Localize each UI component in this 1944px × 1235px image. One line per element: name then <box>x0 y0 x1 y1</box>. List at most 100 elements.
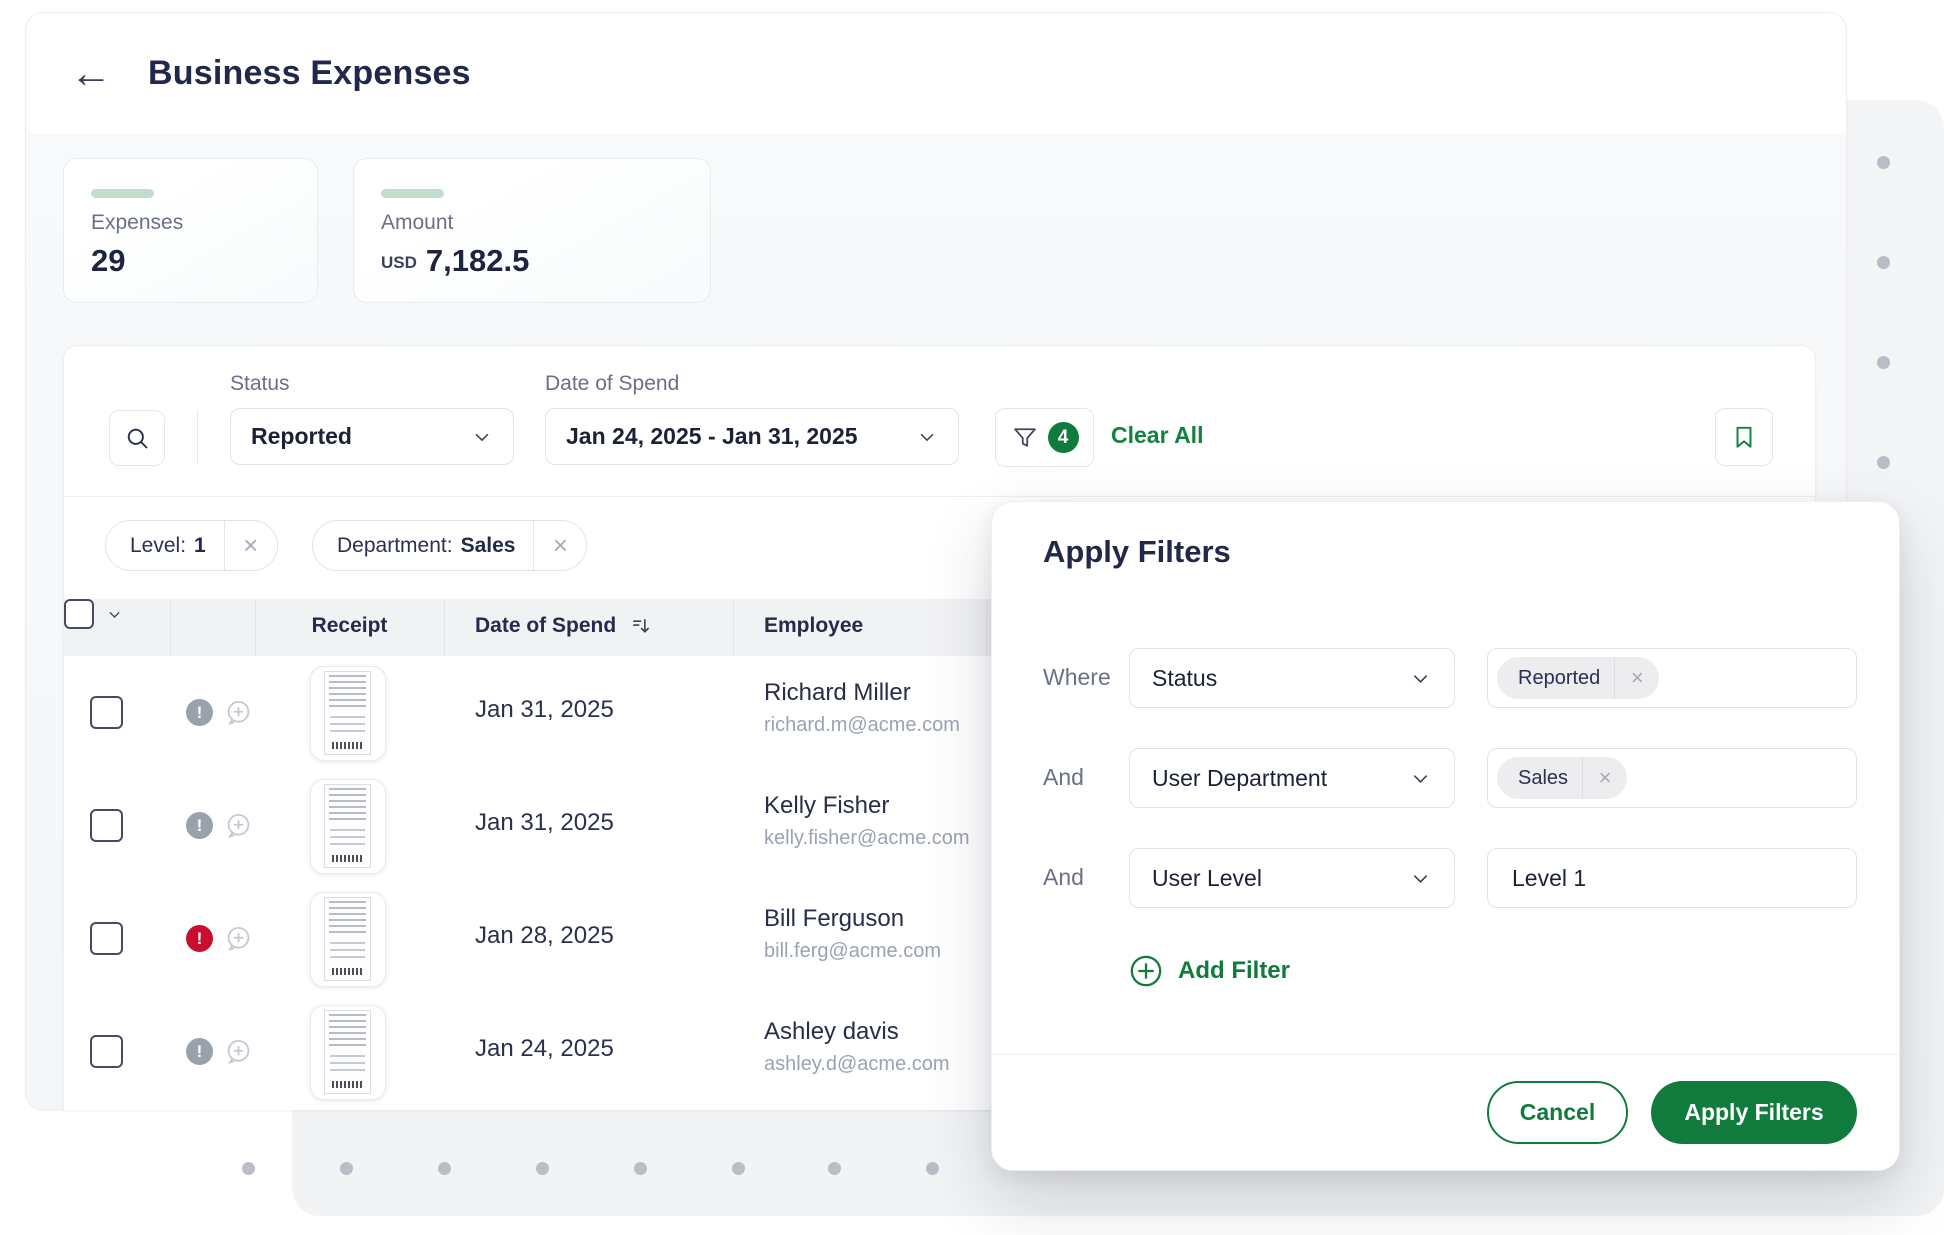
receipt-thumbnail[interactable] <box>310 666 386 761</box>
apply-filters-button[interactable]: Apply Filters <box>1651 1081 1857 1144</box>
remove-value-button[interactable]: × <box>1582 757 1627 799</box>
add-comment-icon[interactable] <box>224 1037 253 1066</box>
page-header: ← Business Expenses <box>26 13 1846 133</box>
value-field-level[interactable]: Level 1 <box>1487 848 1857 908</box>
status-select[interactable]: Reported <box>230 408 514 465</box>
chevron-down-icon <box>1409 767 1432 790</box>
decorative-dot <box>1877 456 1890 469</box>
modal-footer: Cancel Apply Filters <box>992 1054 1899 1170</box>
date-of-spend: Jan 28, 2025 <box>475 922 614 950</box>
value-field-status[interactable]: Reported × <box>1487 648 1857 708</box>
employee-name: Kelly Fisher <box>764 792 970 820</box>
decorative-dot <box>1877 156 1890 169</box>
chevron-down-icon <box>471 426 493 448</box>
remove-chip-button[interactable]: × <box>533 521 586 570</box>
stat-label: Expenses <box>91 211 183 235</box>
column-divider <box>733 599 734 656</box>
filter-count-badge: 4 <box>1048 422 1079 453</box>
receipt-thumbnail[interactable] <box>310 779 386 874</box>
back-button[interactable]: ← <box>70 52 112 94</box>
decorative-dot <box>926 1162 939 1175</box>
modal-title: Apply Filters <box>1043 534 1231 570</box>
stat-label: Amount <box>381 211 453 235</box>
clear-all-link[interactable]: Clear All <box>1111 422 1203 449</box>
column-divider <box>986 599 987 656</box>
alert-icon: ! <box>186 812 213 839</box>
employee-cell: Ashley davis ashley.d@acme.com <box>764 1018 950 1076</box>
stat-value: 29 <box>91 243 125 279</box>
add-comment-icon[interactable] <box>224 924 253 953</box>
field-select-level[interactable]: User Level <box>1129 848 1455 908</box>
apply-filters-modal: Apply Filters Where Status Reported × An… <box>991 501 1900 1171</box>
plus-circle-icon <box>1129 954 1163 988</box>
filter-chip-level: Level:1 × <box>105 520 278 571</box>
employee-email: richard.m@acme.com <box>764 714 960 737</box>
chevron-down-icon <box>916 426 938 448</box>
decorative-dot <box>536 1162 549 1175</box>
row-checkbox[interactable] <box>90 696 123 729</box>
currency-code: USD <box>381 253 417 272</box>
field-select-department[interactable]: User Department <box>1129 748 1455 808</box>
close-icon: × <box>243 530 258 561</box>
date-filter-label: Date of Spend <box>545 372 679 396</box>
conjunction-label: And <box>1043 764 1084 791</box>
field-select-status[interactable]: Status <box>1129 648 1455 708</box>
column-header-receipt: Receipt <box>255 614 444 638</box>
value-chip: Reported × <box>1497 657 1659 699</box>
add-comment-icon[interactable] <box>224 698 253 727</box>
add-comment-icon[interactable] <box>224 811 253 840</box>
back-arrow-icon: ← <box>70 49 112 96</box>
employee-email: bill.ferg@acme.com <box>764 940 941 963</box>
column-divider <box>170 599 171 656</box>
chevron-down-icon[interactable] <box>106 606 123 623</box>
cancel-button[interactable]: Cancel <box>1487 1081 1628 1144</box>
select-all-checkbox[interactable] <box>64 599 94 629</box>
filter-rule-row: And User Department Sales × <box>992 748 1899 808</box>
employee-name: Richard Miller <box>764 679 960 707</box>
decorative-dot <box>1877 256 1890 269</box>
decorative-dot <box>732 1162 745 1175</box>
stat-accent-bar <box>91 189 154 198</box>
employee-cell: Bill Ferguson bill.ferg@acme.com <box>764 905 941 963</box>
value-field-department[interactable]: Sales × <box>1487 748 1857 808</box>
remove-value-button[interactable]: × <box>1614 657 1659 699</box>
filter-rule-row: Where Status Reported × <box>992 648 1899 708</box>
conjunction-label: And <box>1043 864 1084 891</box>
filters-button[interactable]: 4 <box>995 408 1094 467</box>
saved-views-button[interactable] <box>1715 408 1773 466</box>
status-select-value: Reported <box>251 423 352 450</box>
date-of-spend: Jan 31, 2025 <box>475 809 614 837</box>
employee-cell: Richard Miller richard.m@acme.com <box>764 679 960 737</box>
search-button[interactable] <box>109 410 165 466</box>
column-divider <box>444 599 445 656</box>
add-filter-button[interactable]: Add Filter <box>1129 954 1290 988</box>
stat-value: USD 7,182.5 <box>381 243 529 279</box>
stat-card-amount: Amount USD 7,182.5 <box>353 158 711 303</box>
receipt-thumbnail[interactable] <box>310 892 386 987</box>
decorative-dot <box>242 1162 255 1175</box>
alert-icon: ! <box>186 1038 213 1065</box>
date-range-value: Jan 24, 2025 - Jan 31, 2025 <box>566 423 858 450</box>
filter-rule-row: And User Level Level 1 <box>992 848 1899 908</box>
amount-value: 7,182.5 <box>426 243 529 278</box>
close-icon: × <box>1631 665 1644 691</box>
receipt-thumbnail[interactable] <box>310 1005 386 1100</box>
column-header-date-sort[interactable]: Date of Spend <box>475 614 653 638</box>
business-expenses-page: ← Business Expenses Expenses 29 Amount U… <box>0 0 1944 1235</box>
sort-descending-icon <box>630 615 653 638</box>
search-icon <box>124 425 151 452</box>
remove-chip-button[interactable]: × <box>224 521 277 570</box>
chevron-down-icon <box>1409 667 1432 690</box>
page-title: Business Expenses <box>148 54 471 93</box>
divider <box>197 410 198 464</box>
employee-cell: Kelly Fisher kelly.fisher@acme.com <box>764 792 970 850</box>
decorative-dot <box>340 1162 353 1175</box>
date-of-spend: Jan 31, 2025 <box>475 696 614 724</box>
employee-email: ashley.d@acme.com <box>764 1053 950 1076</box>
chip-label: Department:Sales <box>313 534 533 558</box>
row-checkbox[interactable] <box>90 1035 123 1068</box>
row-checkbox[interactable] <box>90 922 123 955</box>
filter-chip-department: Department:Sales × <box>312 520 587 571</box>
row-checkbox[interactable] <box>90 809 123 842</box>
date-range-select[interactable]: Jan 24, 2025 - Jan 31, 2025 <box>545 408 959 465</box>
